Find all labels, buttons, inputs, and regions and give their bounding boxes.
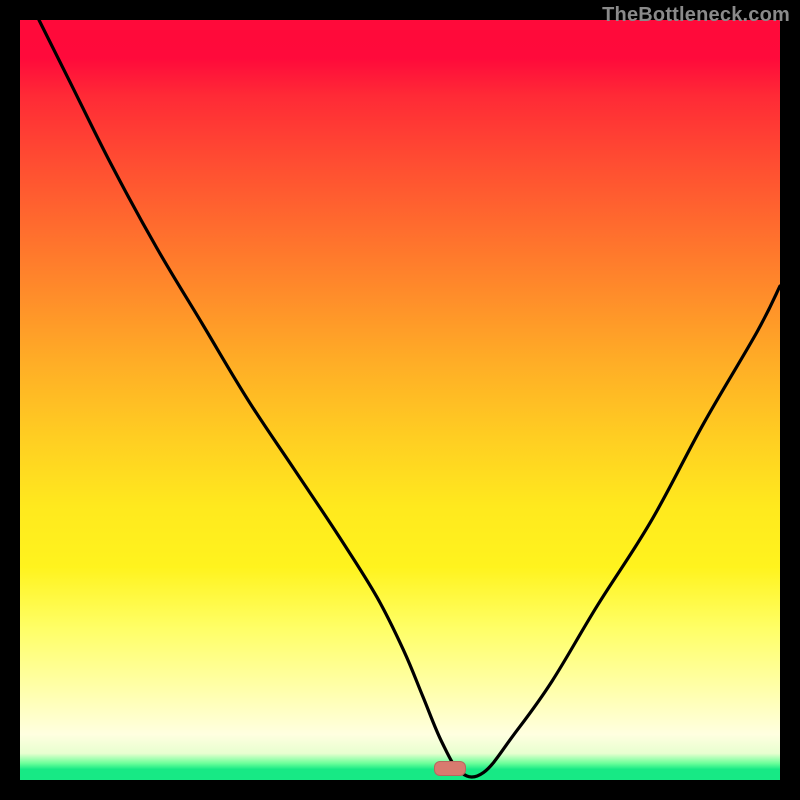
watermark-text: TheBottleneck.com xyxy=(602,4,790,27)
chart-frame: TheBottleneck.com xyxy=(0,0,800,800)
curve-path xyxy=(39,20,780,777)
plot-area xyxy=(20,20,780,780)
bottleneck-curve xyxy=(20,20,780,780)
optimal-marker xyxy=(434,761,466,776)
